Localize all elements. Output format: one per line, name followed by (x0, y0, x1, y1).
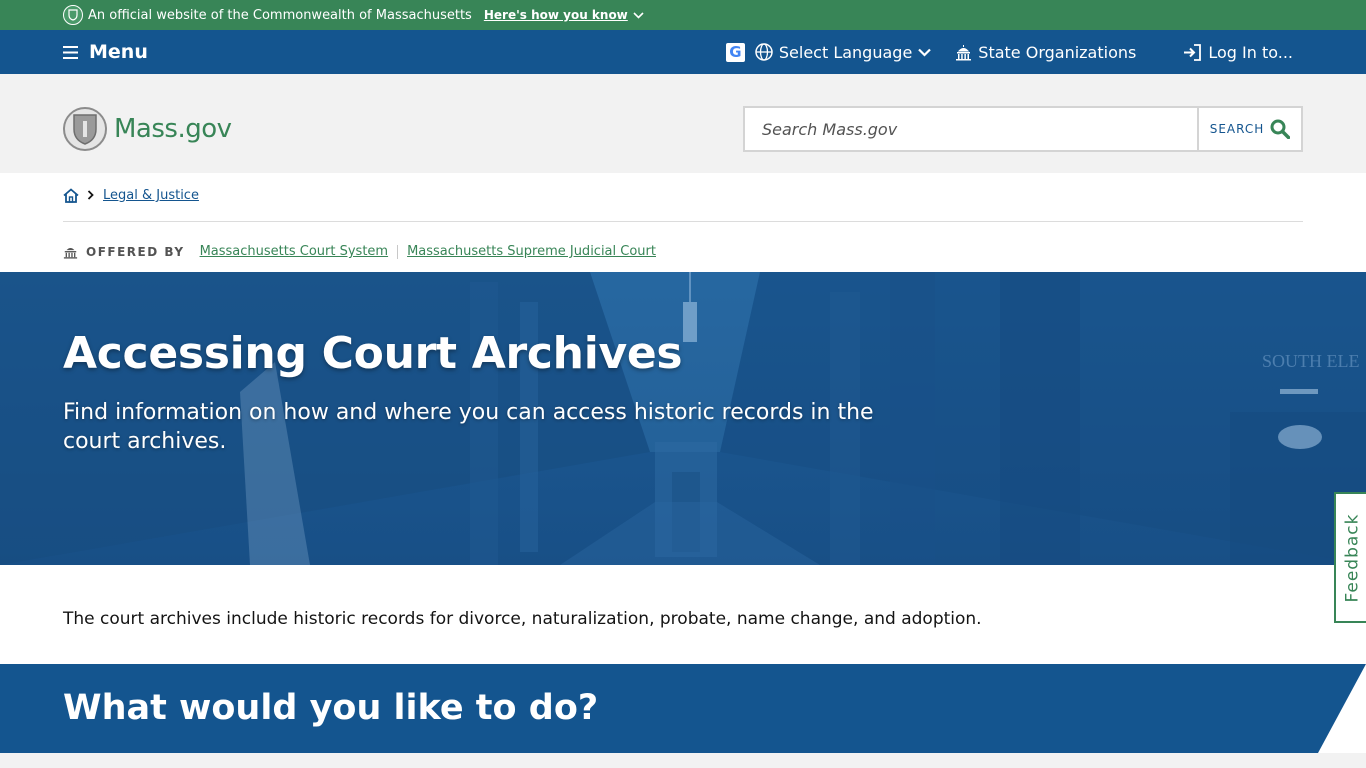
search-button-label: SEARCH (1209, 122, 1265, 136)
page-title: Accessing Court Archives (63, 328, 683, 379)
heres-how-you-know-link[interactable]: Here's how you know (484, 8, 644, 22)
offered-by-org-court-system[interactable]: Massachusetts Court System (200, 244, 389, 259)
chevron-right-icon (87, 190, 94, 200)
globe-icon (755, 43, 773, 61)
google-translate-icon: G (725, 42, 745, 62)
mass-gov-logo-link[interactable]: Mass.gov (63, 107, 232, 151)
page-subtitle: Find information on how and where you ca… (63, 400, 874, 454)
search-button[interactable]: SEARCH (1197, 108, 1301, 150)
log-in-label: Log In to... (1208, 42, 1293, 62)
search-icon (1270, 119, 1291, 139)
section-slant-decoration (1318, 664, 1366, 753)
utility-nav: Menu G Select Language State Organizatio… (0, 30, 1366, 74)
feedback-tab[interactable]: Feedback (1334, 492, 1366, 623)
background-sign-text: SOUTH ELE (1262, 351, 1360, 371)
state-organizations-label: State Organizations (978, 42, 1137, 62)
divider (397, 244, 399, 259)
select-language-button[interactable]: Select Language (755, 42, 932, 62)
offered-by: OFFERED BY Massachusetts Court System Ma… (63, 244, 656, 259)
offered-by-label: OFFERED BY (86, 244, 185, 259)
chevron-down-icon (633, 11, 644, 19)
menu-button[interactable]: Menu (63, 30, 148, 74)
log-in-button[interactable]: Log In to... (1183, 43, 1293, 62)
page-banner: SOUTH ELE Accessing Court Archives Find … (0, 272, 1366, 565)
breadcrumb-legal-justice[interactable]: Legal & Justice (103, 188, 199, 203)
chevron-down-icon (918, 48, 932, 57)
site-header: Mass.gov SEARCH (0, 74, 1366, 173)
select-language-label: Select Language (778, 42, 913, 62)
login-icon (1184, 43, 1202, 61)
official-banner: An official website of the Commonwealth … (0, 0, 1366, 30)
breadcrumb: Legal & Justice (63, 188, 1303, 222)
search-input[interactable] (745, 108, 1197, 150)
logo-text: Mass.gov (114, 114, 232, 144)
capitol-building-icon (63, 247, 78, 259)
content-background (0, 753, 1366, 768)
state-organizations-button[interactable]: State Organizations (955, 43, 1136, 62)
official-banner-text: An official website of the Commonwealth … (88, 7, 472, 23)
commonwealth-seal-icon (63, 107, 107, 151)
offered-by-org-sjc[interactable]: Massachusetts Supreme Judicial Court (407, 244, 656, 259)
section-header: What would you like to do? (0, 664, 1366, 753)
home-icon[interactable] (63, 188, 79, 203)
section-heading: What would you like to do? (63, 688, 599, 728)
menu-label: Menu (89, 41, 148, 63)
state-seal-icon (63, 5, 83, 25)
intro-text: The court archives include historic reco… (63, 609, 982, 629)
search-form: SEARCH (743, 106, 1303, 152)
feedback-label: Feedback (1342, 513, 1362, 602)
utility-actions: G Select Language State Organizations Lo… (725, 30, 1293, 74)
hamburger-icon (63, 45, 78, 59)
heres-how-you-know-label[interactable]: Here's how you know (484, 8, 628, 22)
capitol-building-icon (956, 44, 972, 60)
